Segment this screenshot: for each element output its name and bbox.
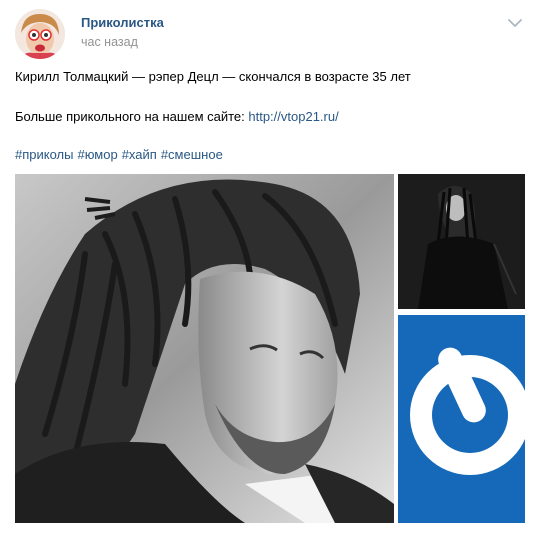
avatar-image <box>15 9 65 59</box>
author-name[interactable]: Приколистка <box>81 15 164 30</box>
hashtags: #приколы #юмор #хайп #смешное <box>15 146 227 163</box>
post-text-line2: Больше прикольного на нашем сайте: http:… <box>15 108 339 125</box>
hashtag-yumor[interactable]: #юмор <box>77 147 117 162</box>
hashtag-prikoly[interactable]: #приколы <box>15 147 73 162</box>
post-text-line1: Кирилл Толмацкий — рэпер Децл — скончалс… <box>15 69 411 84</box>
power-logo[interactable] <box>398 315 525 523</box>
photo-thumb-1[interactable] <box>398 174 525 309</box>
site-link[interactable]: http://vtop21.ru/ <box>248 109 338 124</box>
photo-main[interactable] <box>15 174 394 523</box>
hashtag-hype[interactable]: #хайп <box>122 147 157 162</box>
author-avatar[interactable] <box>15 9 65 59</box>
post-time[interactable]: час назад <box>81 35 138 49</box>
hashtag-smeshnoe[interactable]: #смешное <box>161 147 223 162</box>
post-text-prefix: Больше прикольного на нашем сайте: <box>15 109 249 124</box>
chevron-down-icon[interactable] <box>506 16 524 30</box>
